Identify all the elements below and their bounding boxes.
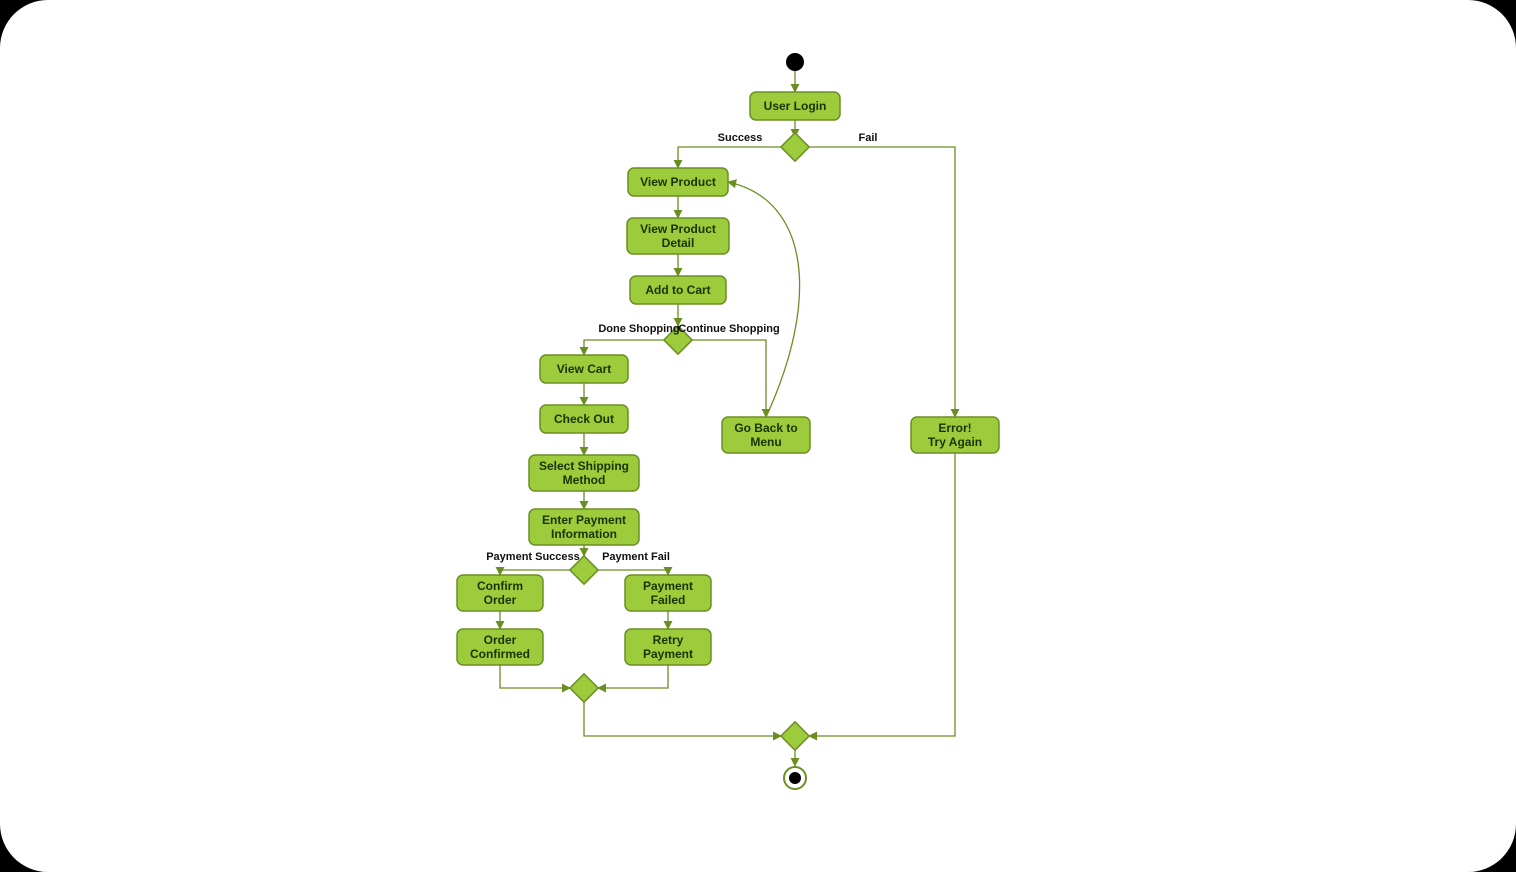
label-error-2: Try Again [928,435,982,449]
node-order-confirmed: Order Confirmed [457,629,543,665]
edge-continue-shopping [692,340,766,417]
label-retry-payment-2: Payment [643,647,693,661]
diagram-canvas: User Login Success Fail View Product Vie… [0,0,1516,872]
start-node [786,53,804,71]
label-add-cart: Add to Cart [645,283,710,297]
label-error-1: Error! [938,421,971,435]
label-pay-fail: Payment Fail [602,551,670,563]
node-error-try-again: Error! Try Again [911,417,999,453]
decision-login [781,133,809,161]
label-confirm-order-1: Confirm [477,579,523,593]
edge-merge-final-left [584,702,781,736]
label-go-back-2: Menu [750,435,781,449]
edge-retry-merge [598,665,668,688]
edge-confirmed-merge [500,665,570,688]
label-view-detail-2: Detail [662,236,695,250]
label-pay-success: Payment Success [486,551,580,563]
merge-payment [570,674,598,702]
label-check-out: Check Out [554,412,614,426]
label-view-cart: View Cart [557,362,611,376]
node-go-back-menu: Go Back to Menu [722,417,810,453]
label-continue-shopping: Continue Shopping [678,323,779,335]
label-login-success: Success [718,132,763,144]
edge-login-success [678,147,781,168]
label-select-ship-2: Method [563,473,606,487]
label-retry-payment-1: Retry [653,633,684,647]
label-login-fail: Fail [859,132,878,144]
label-payment-failed-1: Payment [643,579,693,593]
edge-login-fail [809,147,955,417]
label-order-confirmed-2: Confirmed [470,647,530,661]
node-view-product: View Product [628,168,728,196]
label-order-confirmed-1: Order [484,633,517,647]
label-confirm-order-2: Order [484,593,517,607]
label-payment-failed-2: Failed [651,593,686,607]
label-user-login: User Login [764,99,827,113]
node-retry-payment: Retry Payment [625,629,711,665]
label-view-product: View Product [640,175,716,189]
node-user-login: User Login [750,92,840,120]
label-enter-pay-2: Information [551,527,617,541]
edge-goback-viewproduct [728,182,800,417]
label-go-back-1: Go Back to [734,421,797,435]
end-node [789,772,801,784]
node-select-shipping: Select Shipping Method [529,455,639,491]
label-select-ship-1: Select Shipping [539,459,629,473]
node-payment-failed: Payment Failed [625,575,711,611]
node-check-out: Check Out [540,405,628,433]
node-view-product-detail: View Product Detail [627,218,729,254]
edge-done-shopping [584,340,664,355]
label-enter-pay-1: Enter Payment [542,513,626,527]
node-view-cart: View Cart [540,355,628,383]
node-enter-payment: Enter Payment Information [529,509,639,545]
edge-error-final [809,453,955,736]
node-add-to-cart: Add to Cart [630,276,726,304]
activity-diagram: User Login Success Fail View Product Vie… [0,0,1516,872]
label-view-detail-1: View Product [640,222,716,236]
node-confirm-order: Confirm Order [457,575,543,611]
merge-final [781,722,809,750]
label-done-shopping: Done Shopping [598,323,679,335]
